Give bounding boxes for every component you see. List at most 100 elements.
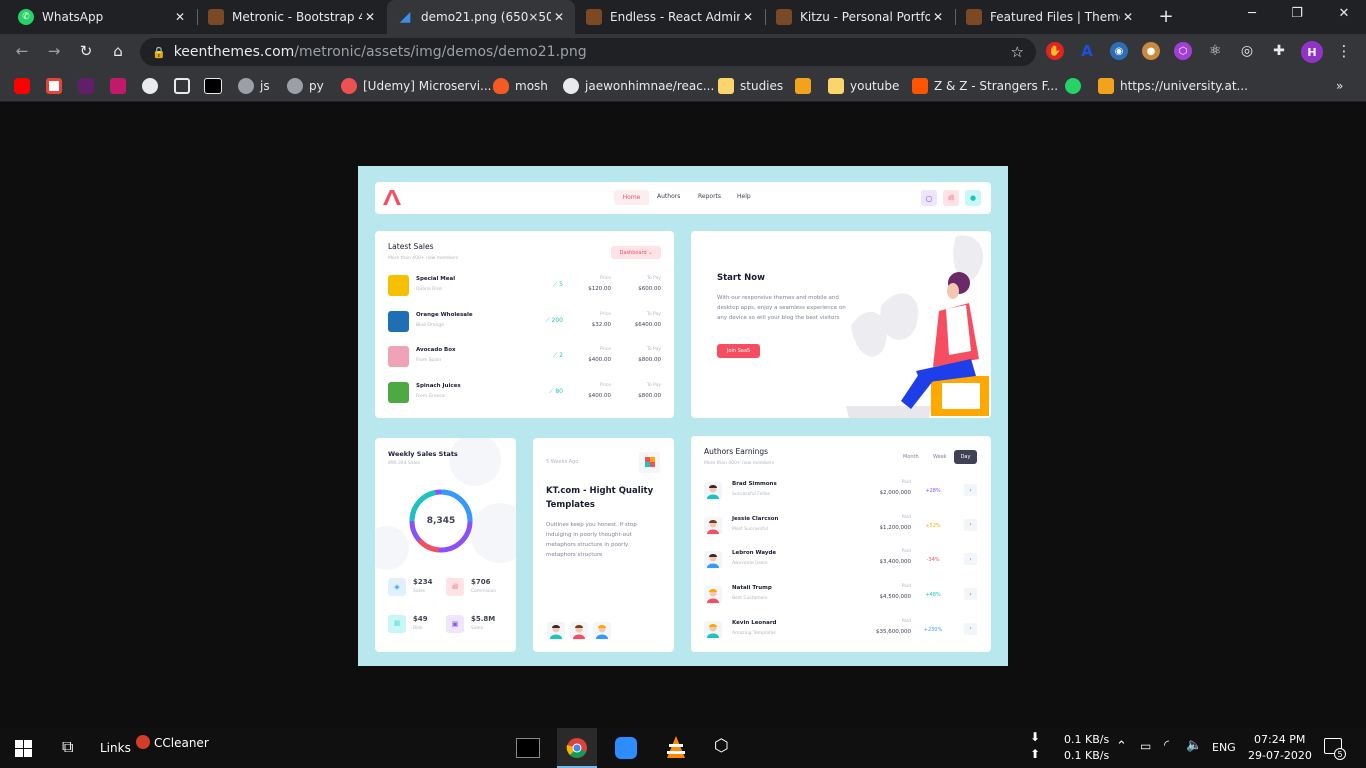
author-row[interactable]: Natali Trump Best Customers Paid $4,500,000… [691, 582, 991, 608]
windows-start-icon[interactable] [15, 740, 32, 757]
dashboard-dropdown[interactable]: Dashboard ⌄ [611, 246, 661, 259]
author-row[interactable]: Brad Simmons Successful Fellas Paid $2,000,… [691, 478, 991, 504]
address-bar[interactable]: 🔒 keenthemes.com/metronic/assets/img/dem… [140, 38, 1036, 66]
profile-avatar[interactable]: H [1301, 41, 1323, 63]
bookmark-github-repo[interactable]: jaewonhimnae/reac... [563, 77, 714, 95]
bookmark-item[interactable] [110, 77, 132, 95]
sales-row[interactable]: Spinach Juices From Greece ⟋ 80 Price $400.0… [375, 380, 674, 406]
volume-icon[interactable]: 🔈 [1186, 738, 1202, 753]
bookmark-js[interactable]: js [238, 77, 270, 95]
reload-button[interactable]: ↻ [76, 42, 96, 60]
tab-endless[interactable]: Endless - React Admin T ✕ [576, 0, 764, 34]
arrow-right-icon[interactable]: › [964, 588, 977, 601]
minimize-button[interactable]: ─ [1242, 6, 1262, 21]
close-icon[interactable]: ✕ [172, 10, 188, 24]
nav-home[interactable]: Home [614, 190, 649, 205]
ccleaner-link[interactable]: CCleaner [154, 736, 209, 750]
bookmark-youtube[interactable]: youtube [828, 77, 899, 95]
illustration-image [846, 235, 989, 418]
author-row[interactable]: Kevin Leonard Amazing Templates Paid $35,60… [691, 617, 991, 643]
author-row[interactable]: Jessie Clarcson Most Successful Paid $1,200… [691, 513, 991, 539]
adblock-extension-icon[interactable]: ✋ [1046, 42, 1064, 60]
battery-icon[interactable]: ▭ [1140, 739, 1151, 753]
tab-metronic[interactable]: Metronic - Bootstrap 4 ✕ [198, 0, 386, 34]
zoom-icon[interactable] [615, 737, 637, 759]
percent-badge: +52% [925, 522, 941, 529]
new-tab-button[interactable]: + [1156, 6, 1176, 27]
arrow-right-icon[interactable]: › [964, 518, 977, 531]
menu-kebab-icon[interactable]: ⋮ [1334, 42, 1354, 60]
tray-expand-icon[interactable]: ⌃ [1116, 739, 1127, 754]
sales-row[interactable]: Orange Wholesale Blue Orange ⟋ 200 Price $32… [375, 309, 674, 335]
author-row[interactable]: Lebron Wayde Awesome Users Paid $3,400,000 -… [691, 547, 991, 573]
links-toolbar[interactable]: Links [100, 741, 131, 755]
folder-icon [718, 78, 734, 94]
user-icon[interactable]: ● [965, 190, 981, 206]
post-title[interactable]: KT.com - Hight Quality Templates [546, 484, 664, 512]
tab-kitzu[interactable]: Kitzu - Personal Portfoli ✕ [766, 0, 954, 34]
sales-row[interactable]: Avocado Box From Spain ⟋ 2 Price $400.00 To P… [375, 344, 674, 370]
close-icon[interactable]: ✕ [740, 10, 756, 24]
bookmark-item[interactable] [14, 77, 36, 95]
owl-extension-icon[interactable]: ◉ [1110, 42, 1128, 60]
product-name: Avocado Box [416, 347, 456, 353]
cube-app-icon[interactable]: ⬡ [714, 736, 729, 756]
bookmark-mosh[interactable]: mosh [493, 77, 548, 95]
bookmark-py[interactable]: py [287, 77, 324, 95]
bookmarks-overflow-icon[interactable]: » [1336, 77, 1343, 95]
clock-time[interactable]: 07:24 PM [1254, 733, 1305, 746]
arrow-right-icon[interactable]: › [964, 484, 977, 496]
task-view-icon[interactable]: ⧉ [62, 737, 73, 757]
arrow-right-icon[interactable]: › [964, 622, 977, 635]
search-icon[interactable]: ○ [921, 190, 937, 206]
maximize-button[interactable]: ❐ [1287, 6, 1307, 21]
language-indicator[interactable]: ENG [1212, 741, 1236, 754]
close-icon[interactable]: ✕ [930, 10, 946, 24]
back-button[interactable]: ← [12, 42, 32, 60]
clock-date[interactable]: 29-07-2020 [1248, 749, 1312, 762]
bookmark-star-icon[interactable]: ☆ [1011, 43, 1024, 61]
bookmark-item[interactable] [174, 77, 196, 95]
font-extension-icon[interactable]: A [1078, 42, 1096, 60]
bookmark-item[interactable] [142, 77, 164, 95]
tab-month[interactable]: Month [903, 454, 919, 460]
chart-icon[interactable]: ıll [943, 190, 959, 206]
sales-row[interactable]: Special Meal Quona Rice ⟋ 5 Price $120.00 To … [375, 273, 674, 299]
arrow-right-icon[interactable]: › [964, 553, 977, 566]
bookmark-udemy[interactable]: [Udemy] Microservi... [341, 77, 492, 95]
nav-help[interactable]: Help [737, 193, 751, 200]
graphql-extension-icon[interactable]: ⬡ [1174, 42, 1192, 60]
bookmark-item[interactable] [204, 77, 228, 95]
close-icon[interactable]: ✕ [362, 10, 378, 24]
bookmark-university[interactable]: https://university.at... [1098, 77, 1248, 95]
nav-authors[interactable]: Authors [657, 193, 680, 200]
close-icon[interactable]: ✕ [1120, 10, 1136, 24]
vlc-icon[interactable] [665, 736, 687, 760]
bookmark-item[interactable] [795, 77, 817, 95]
ccleaner-icon[interactable] [136, 735, 150, 749]
react-devtools-icon[interactable]: ⚛ [1206, 42, 1224, 60]
nav-reports[interactable]: Reports [698, 193, 721, 200]
forward-button[interactable]: → [44, 42, 64, 60]
bookmark-item[interactable] [1065, 77, 1087, 95]
wifi-icon[interactable]: ◜ [1164, 738, 1169, 753]
bookmark-studies[interactable]: studies [718, 77, 783, 95]
bookmark-item[interactable] [46, 77, 68, 95]
close-icon[interactable]: ✕ [551, 10, 567, 24]
bookmark-soundcloud[interactable]: Z & Z - Strangers F... [912, 77, 1058, 95]
home-button[interactable]: ⌂ [108, 42, 128, 60]
tab-week[interactable]: Week [933, 454, 947, 460]
tab-featured-files[interactable]: Featured Files | ThemeF ✕ [956, 0, 1144, 34]
cookie-extension-icon[interactable]: ● [1142, 42, 1160, 60]
join-button[interactable]: Join SaaS [717, 344, 760, 358]
tab-day[interactable]: Day [954, 450, 977, 464]
tab-demo21[interactable]: ◢ demo21.png (650×500) ✕ [387, 0, 575, 34]
target-extension-icon[interactable]: ◎ [1238, 42, 1256, 60]
close-window-button[interactable]: ✕ [1334, 6, 1354, 21]
tab-whatsapp[interactable]: ✆ WhatsApp ✕ [8, 0, 196, 34]
terminal-icon[interactable] [516, 738, 540, 758]
tab-title: WhatsApp [42, 10, 104, 24]
chrome-taskbar-button[interactable] [557, 728, 597, 768]
bookmark-item[interactable] [78, 77, 100, 95]
puzzle-extensions-icon[interactable]: ✚ [1270, 42, 1288, 60]
